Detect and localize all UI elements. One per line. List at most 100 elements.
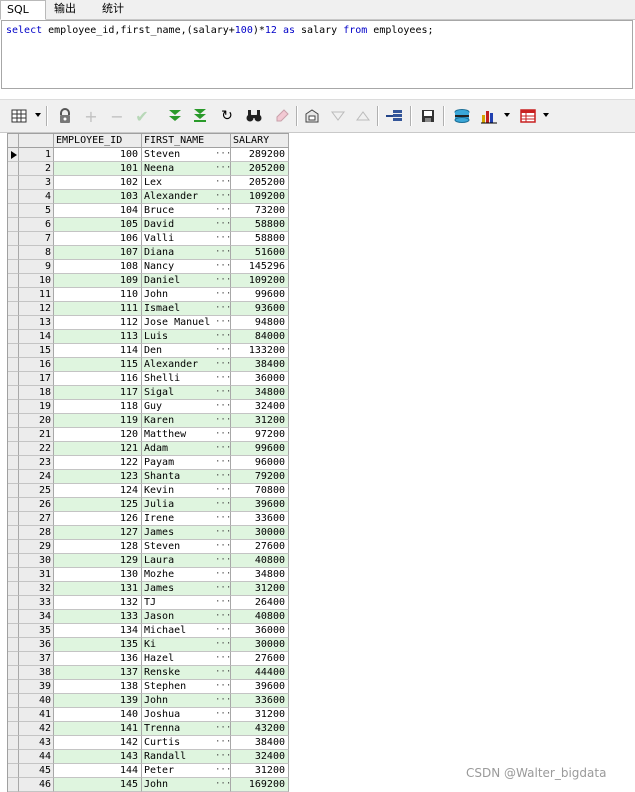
cell-salary[interactable]: 32400 (231, 750, 289, 764)
row-indicator[interactable] (8, 596, 19, 610)
table-row[interactable]: 14 113 Luis ··· 84000 (8, 330, 289, 344)
table-row[interactable]: 20 119 Karen ··· 31200 (8, 414, 289, 428)
cell-employee-id[interactable]: 125 (54, 498, 142, 512)
row-indicator[interactable] (8, 568, 19, 582)
cell-employee-id[interactable]: 140 (54, 708, 142, 722)
cell-editor-button[interactable]: ··· (215, 526, 231, 540)
table-row[interactable]: 26 125 Julia ··· 39600 (8, 498, 289, 512)
row-indicator[interactable] (8, 624, 19, 638)
cell-employee-id[interactable]: 133 (54, 610, 142, 624)
cell-employee-id[interactable]: 136 (54, 652, 142, 666)
table-row[interactable]: 37 136 Hazel ··· 27600 (8, 652, 289, 666)
cell-editor-button[interactable]: ··· (215, 470, 231, 484)
cell-editor-button[interactable]: ··· (215, 218, 231, 232)
cell-editor-button[interactable]: ··· (215, 386, 231, 400)
row-indicator[interactable] (8, 750, 19, 764)
cell-editor-button[interactable]: ··· (215, 176, 231, 190)
query-by-example-icon[interactable] (303, 107, 321, 125)
cell-first-name[interactable]: James (142, 582, 215, 596)
cell-salary[interactable]: 51600 (231, 246, 289, 260)
cell-first-name[interactable]: Kevin (142, 484, 215, 498)
cell-editor-button[interactable]: ··· (215, 638, 231, 652)
tab-sql[interactable]: SQL (0, 0, 46, 20)
cell-first-name[interactable]: Julia (142, 498, 215, 512)
table-row[interactable]: 34 133 Jason ··· 40800 (8, 610, 289, 624)
cell-first-name[interactable]: Matthew (142, 428, 215, 442)
cell-editor-button[interactable]: ··· (215, 344, 231, 358)
cell-salary[interactable]: 44400 (231, 666, 289, 680)
cell-first-name[interactable]: Nancy (142, 260, 215, 274)
cell-first-name[interactable]: John (142, 288, 215, 302)
cell-first-name[interactable]: Adam (142, 442, 215, 456)
cell-first-name[interactable]: TJ (142, 596, 215, 610)
cell-editor-button[interactable]: ··· (215, 708, 231, 722)
cell-employee-id[interactable]: 132 (54, 596, 142, 610)
cell-salary[interactable]: 31200 (231, 414, 289, 428)
row-indicator[interactable] (8, 498, 19, 512)
row-indicator[interactable] (8, 190, 19, 204)
save-icon[interactable] (419, 107, 437, 125)
cell-first-name[interactable]: Steven (142, 540, 215, 554)
row-indicator[interactable] (8, 274, 19, 288)
cell-employee-id[interactable]: 141 (54, 722, 142, 736)
cell-employee-id[interactable]: 113 (54, 330, 142, 344)
cell-employee-id[interactable]: 145 (54, 778, 142, 792)
cell-salary[interactable]: 31200 (231, 582, 289, 596)
table-row[interactable]: 39 138 Stephen ··· 39600 (8, 680, 289, 694)
cell-employee-id[interactable]: 122 (54, 456, 142, 470)
cell-editor-button[interactable]: ··· (215, 694, 231, 708)
cell-editor-button[interactable]: ··· (215, 722, 231, 736)
cell-employee-id[interactable]: 107 (54, 246, 142, 260)
clear-icon[interactable] (273, 107, 291, 125)
cell-editor-button[interactable]: ··· (215, 666, 231, 680)
column-header-first-name[interactable]: FIRST_NAME (142, 134, 231, 148)
table-row[interactable]: 18 117 Sigal ··· 34800 (8, 386, 289, 400)
row-indicator[interactable] (8, 512, 19, 526)
cell-editor-button[interactable]: ··· (215, 540, 231, 554)
export-icon[interactable] (453, 107, 471, 125)
lock-icon[interactable] (56, 107, 74, 125)
table-row[interactable]: 13 112 Jose Manuel ··· 94800 (8, 316, 289, 330)
table-row[interactable]: 16 115 Alexander ··· 38400 (8, 358, 289, 372)
table-row[interactable]: 25 124 Kevin ··· 70800 (8, 484, 289, 498)
table-row[interactable]: 42 141 Trenna ··· 43200 (8, 722, 289, 736)
cell-employee-id[interactable]: 143 (54, 750, 142, 764)
cell-editor-button[interactable]: ··· (215, 316, 231, 330)
cell-salary[interactable]: 30000 (231, 638, 289, 652)
cell-employee-id[interactable]: 138 (54, 680, 142, 694)
table-row[interactable]: 23 122 Payam ··· 96000 (8, 456, 289, 470)
cell-employee-id[interactable]: 118 (54, 400, 142, 414)
cell-employee-id[interactable]: 101 (54, 162, 142, 176)
table-row[interactable]: 38 137 Renske ··· 44400 (8, 666, 289, 680)
cell-editor-button[interactable]: ··· (215, 274, 231, 288)
cell-editor-button[interactable]: ··· (215, 652, 231, 666)
table-row[interactable]: 22 121 Adam ··· 99600 (8, 442, 289, 456)
cell-first-name[interactable]: Michael (142, 624, 215, 638)
cell-first-name[interactable]: Ismael (142, 302, 215, 316)
sql-editor[interactable]: select employee_id,first_name,(salary+10… (1, 20, 633, 89)
cell-salary[interactable]: 30000 (231, 526, 289, 540)
row-indicator[interactable] (8, 540, 19, 554)
cell-salary[interactable]: 38400 (231, 358, 289, 372)
row-indicator[interactable] (8, 554, 19, 568)
cell-employee-id[interactable]: 123 (54, 470, 142, 484)
cell-editor-button[interactable]: ··· (215, 764, 231, 778)
cell-employee-id[interactable]: 121 (54, 442, 142, 456)
table-row[interactable]: 33 132 TJ ··· 26400 (8, 596, 289, 610)
cell-salary[interactable]: 99600 (231, 442, 289, 456)
table-row[interactable]: 30 129 Laura ··· 40800 (8, 554, 289, 568)
cell-first-name[interactable]: Ki (142, 638, 215, 652)
sort-desc-icon[interactable] (329, 107, 347, 125)
table-export-icon[interactable] (519, 107, 537, 125)
cell-first-name[interactable]: Joshua (142, 708, 215, 722)
cell-employee-id[interactable]: 120 (54, 428, 142, 442)
row-indicator[interactable] (8, 764, 19, 778)
row-indicator[interactable] (8, 722, 19, 736)
row-indicator[interactable] (8, 330, 19, 344)
row-indicator[interactable] (8, 778, 19, 792)
row-indicator[interactable] (8, 638, 19, 652)
table-row[interactable]: 9 108 Nancy ··· 145296 (8, 260, 289, 274)
row-indicator[interactable] (8, 736, 19, 750)
table-row[interactable]: 40 139 John ··· 33600 (8, 694, 289, 708)
cell-salary[interactable]: 205200 (231, 162, 289, 176)
